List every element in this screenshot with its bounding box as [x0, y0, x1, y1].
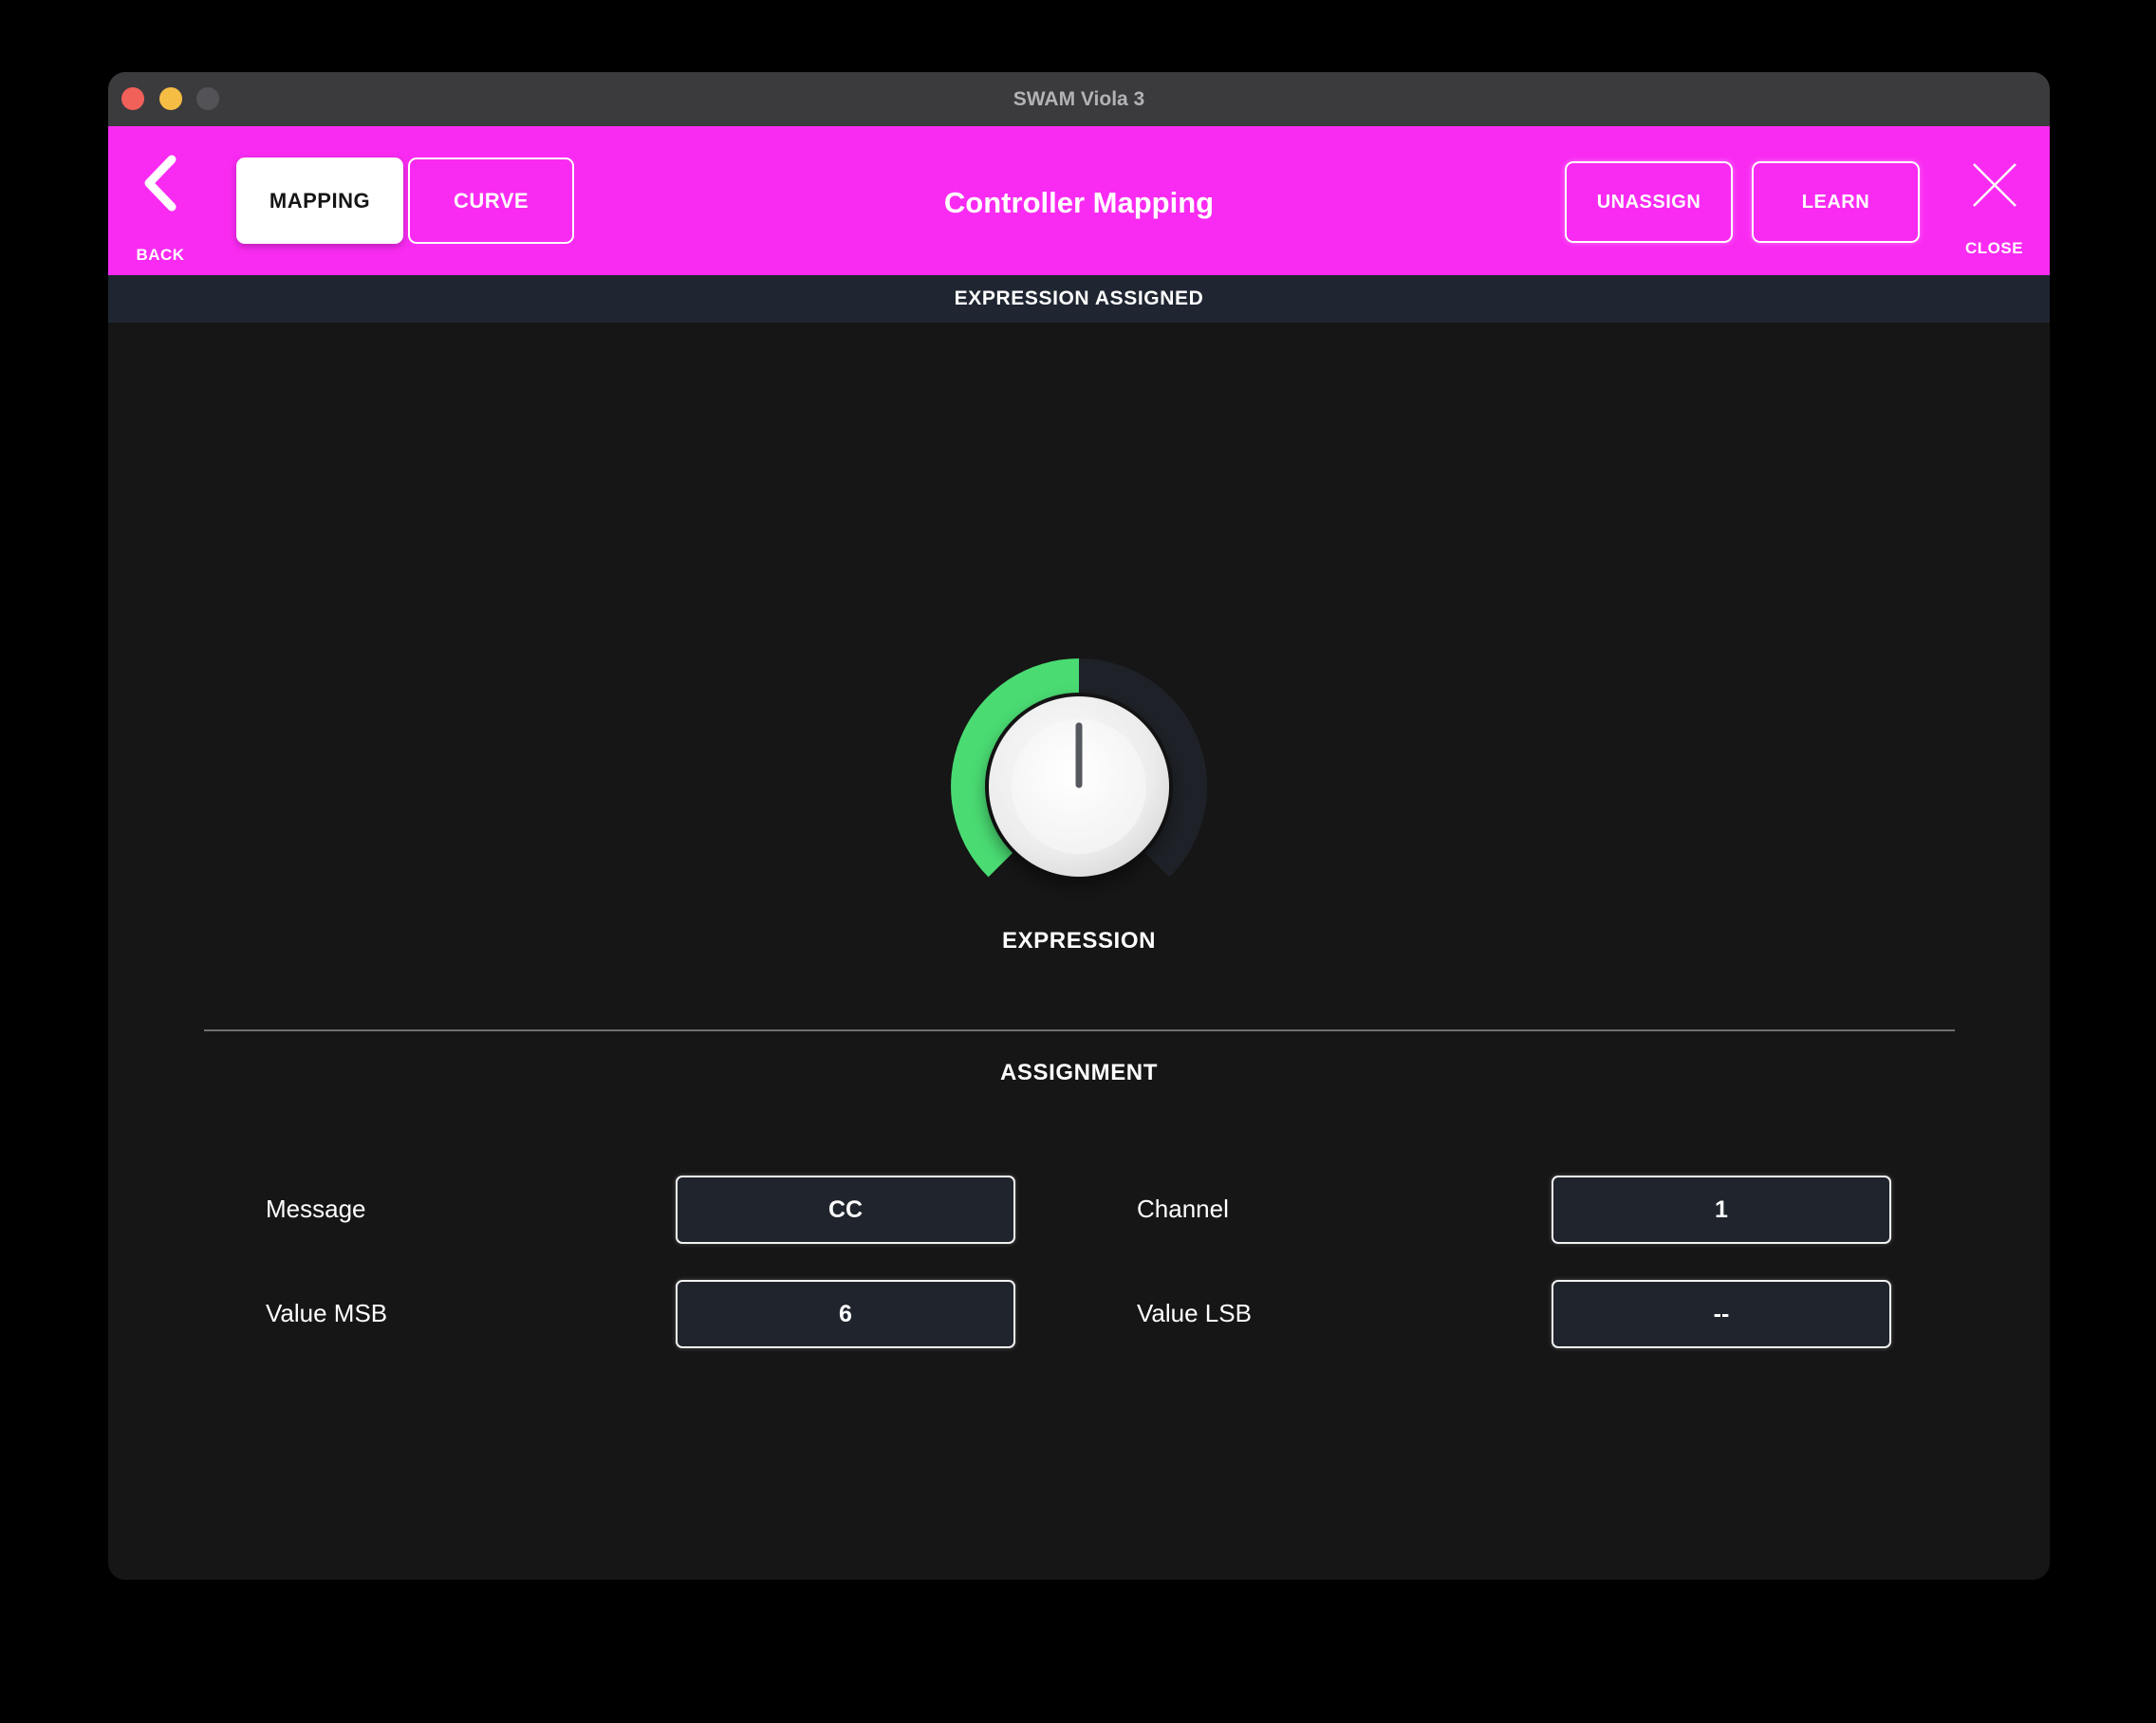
main-content: EXPRESSION ASSIGNMENT Message CC Channel… [108, 323, 2050, 1580]
channel-field[interactable]: 1 [1552, 1176, 1891, 1244]
value-msb-label: Value MSB [266, 1299, 387, 1328]
learn-button[interactable]: LEARN [1752, 161, 1920, 243]
back-label: BACK [136, 246, 184, 265]
learn-label: LEARN [1802, 192, 1869, 213]
expression-knob[interactable] [937, 644, 1221, 929]
status-bar: EXPRESSION ASSIGNED [108, 275, 2050, 323]
message-label: Message [266, 1195, 366, 1224]
app-window: SWAM Viola 3 BACK MAPPING CURVE Controll… [108, 72, 2050, 1580]
value-lsb-value: -- [1714, 1301, 1730, 1328]
channel-label: Channel [1137, 1195, 1229, 1224]
unassign-button[interactable]: UNASSIGN [1565, 161, 1733, 243]
channel-value: 1 [1715, 1196, 1728, 1224]
assignment-heading: ASSIGNMENT [108, 1060, 2050, 1086]
value-lsb-label: Value LSB [1137, 1299, 1252, 1328]
value-msb-value: 6 [839, 1301, 852, 1328]
message-field[interactable]: CC [676, 1176, 1015, 1244]
knob-label: EXPRESSION [108, 928, 2050, 954]
unassign-label: UNASSIGN [1597, 192, 1701, 213]
close-x-icon [1970, 162, 2019, 213]
value-msb-field[interactable]: 6 [676, 1280, 1015, 1348]
close-button[interactable]: CLOSE [1959, 162, 2030, 258]
section-divider [204, 1029, 1955, 1031]
status-text: EXPRESSION ASSIGNED [955, 287, 1204, 310]
screen: SWAM Viola 3 BACK MAPPING CURVE Controll… [0, 0, 2156, 1723]
window-title: SWAM Viola 3 [108, 72, 2050, 126]
close-label: CLOSE [1965, 239, 2023, 258]
titlebar: SWAM Viola 3 [108, 72, 2050, 126]
value-lsb-field[interactable]: -- [1552, 1280, 1891, 1348]
message-value: CC [828, 1196, 863, 1224]
controller-mapping-header: BACK MAPPING CURVE Controller Mapping UN… [108, 126, 2050, 275]
